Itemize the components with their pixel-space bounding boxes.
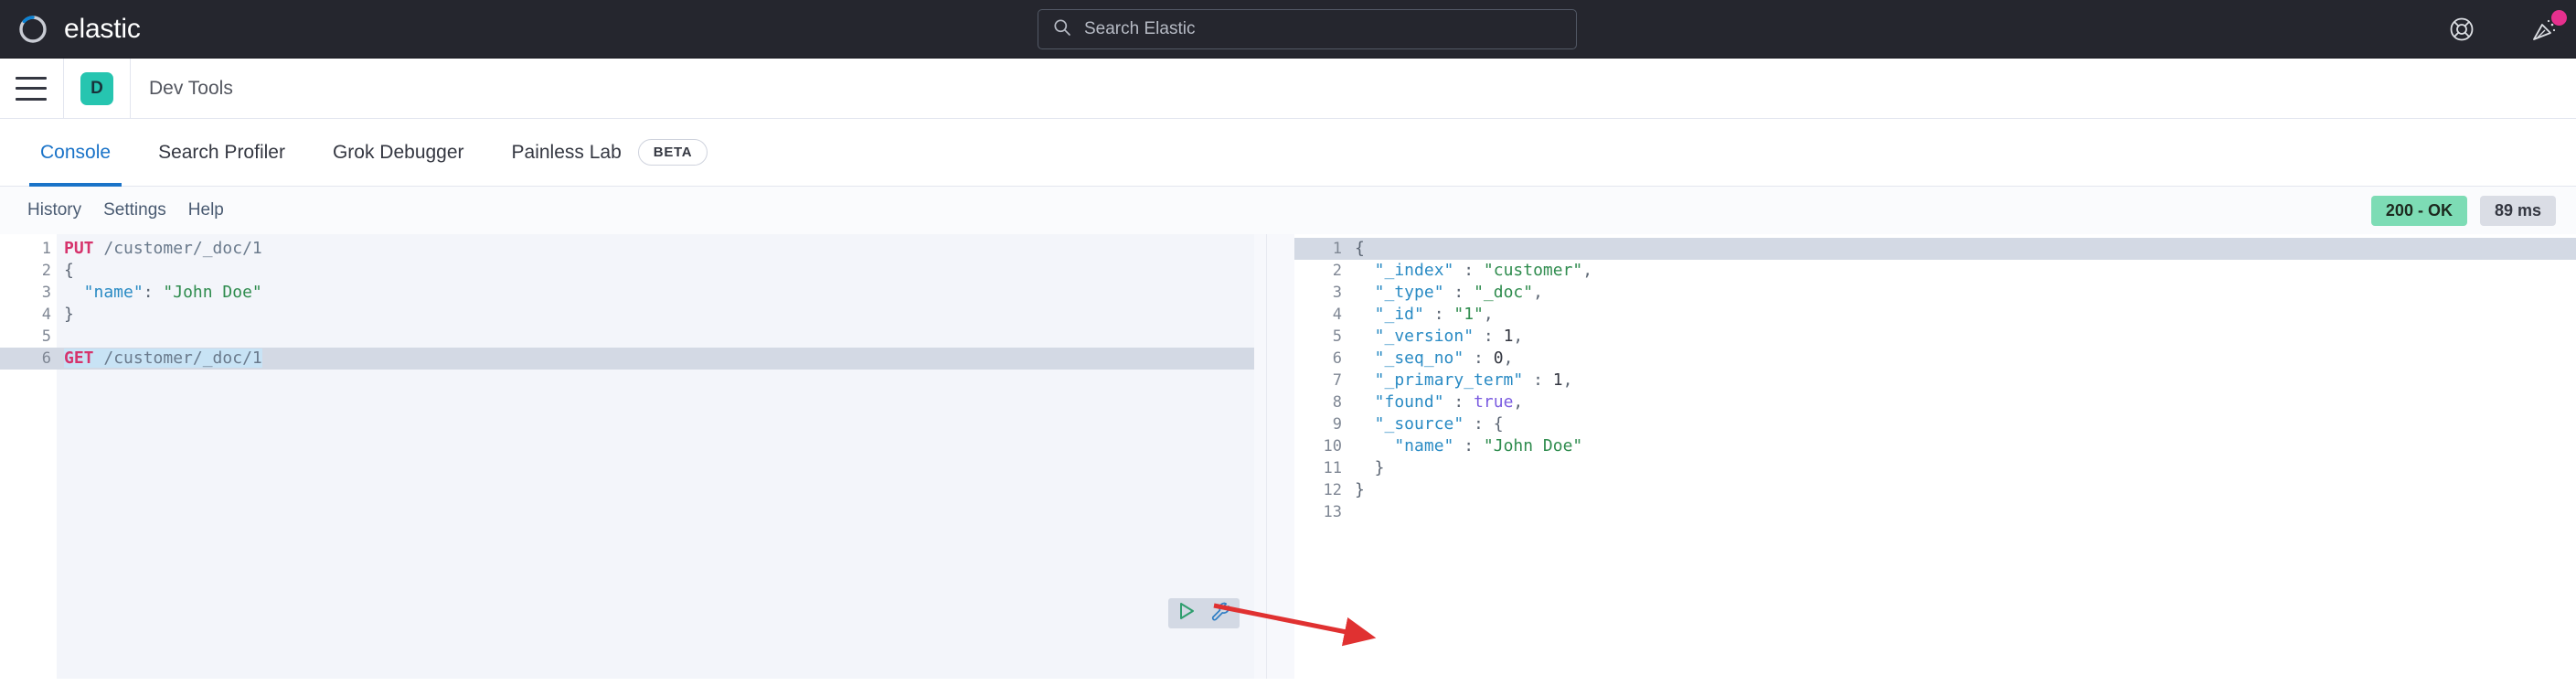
code-line: } [64,305,74,324]
brand-name-label: elastic [64,13,141,44]
gutter-line-active: 1▾ [1294,238,1357,260]
duration-badge: 89 ms [2479,195,2556,226]
gutter-line: 5 [41,327,51,346]
global-search-input[interactable]: Search Elastic [1038,9,1577,49]
gutter-line: 1 [41,240,51,258]
code-line-active: GET /customer/_doc/1 [57,348,1254,370]
response-pane[interactable]: 1▾ 2 3 4 5 6 7 8 9▾ 10 11▴ 12▴ 13 { "_in… [1294,234,2576,679]
code-line: "_version" : 1, [1355,327,1524,346]
news-notification-badge [2551,10,2567,26]
code-line: "_type" : "_doc", [1355,283,1543,302]
code-line: "_seq_no" : 0, [1355,348,1514,368]
gutter-line: 10 [1323,437,1342,456]
gutter-line-active: 6 [0,348,57,370]
response-status-group: 200 - OK 89 ms [2370,195,2556,226]
hamburger-menu-icon[interactable] [16,76,47,101]
code-line: { [64,261,74,280]
gutter-line: 4 [1332,306,1342,324]
code-line: "_primary_term" : 1, [1355,370,1573,390]
gutter-line: 5 [1332,327,1342,346]
elastic-ring-logo-icon [16,13,49,46]
request-code-area[interactable]: PUT /customer/_doc/1 { "name": "John Doe… [57,234,1254,679]
gutter-line: 13 [1323,503,1342,521]
gutter-line: 6 [1332,349,1342,368]
elastic-brand[interactable]: elastic [0,13,141,46]
code-line: "name": "John Doe" [64,283,262,302]
tab-console-label: Console [40,141,112,163]
request-gutter: 1 2▾ 3 4▴ 5 6 [0,234,66,679]
gutter-line: 3 [41,284,51,302]
code-line: "_source" : { [1355,414,1504,434]
history-button[interactable]: History [16,200,92,220]
gutter-line: 4▴ [0,304,66,326]
search-icon [1053,18,1071,41]
beta-badge: BETA [637,139,708,166]
gutter-line: 12▴ [1294,479,1357,501]
response-gutter: 1▾ 2 3 4 5 6 7 8 9▾ 10 11▴ 12▴ 13 [1294,234,1357,679]
top-nav-actions [2446,0,2567,59]
dev-tools-tabs: Console Search Profiler Grok Debugger Pa… [0,119,2576,187]
gutter-line: 2 [1332,262,1342,280]
lifebuoy-help-icon[interactable] [2446,14,2477,45]
gutter-line: 7 [1332,371,1342,390]
wrench-options-icon[interactable] [1210,600,1232,627]
header-divider-2 [130,58,131,119]
request-action-icons [1168,598,1240,628]
party-popper-news-icon[interactable] [2528,10,2567,45]
gutter-line: 3 [1332,284,1342,302]
tab-grok-debugger[interactable]: Grok Debugger [309,119,488,187]
code-line: PUT /customer/_doc/1 [64,239,262,258]
gutter-line: 2▾ [0,260,66,282]
tab-search-profiler[interactable]: Search Profiler [134,119,309,187]
settings-button[interactable]: Settings [92,200,177,220]
code-line: "found" : true, [1355,392,1524,412]
code-line: "_id" : "1", [1355,305,1494,324]
pane-splitter[interactable] [1254,234,1294,679]
response-code-area[interactable]: { "_index" : "customer", "_type" : "_doc… [1347,234,2576,679]
status-badge: 200 - OK [2370,195,2467,226]
code-line: } [1355,480,1365,499]
global-top-nav: elastic Search Elastic [0,0,2576,59]
page-title: Dev Tools [149,77,233,99]
gutter-line: 11▴ [1294,457,1357,479]
gutter-line: 9▾ [1294,413,1357,435]
tab-painless-lab-label: Painless Lab [511,141,622,163]
play-run-request-icon[interactable] [1176,600,1198,627]
request-horizontal-scrollbar[interactable] [113,672,1254,679]
tab-search-profiler-label: Search Profiler [158,141,285,163]
tab-painless-lab[interactable]: Painless Lab BETA [488,119,732,187]
app-initial-badge: D [80,71,113,105]
header-divider [63,58,64,119]
tab-console[interactable]: Console [16,119,134,187]
console-toolbar: History Settings Help 200 - OK 89 ms [0,187,2576,234]
tab-grok-debugger-label: Grok Debugger [332,141,464,163]
code-line-active: { [1347,238,2576,260]
app-header-bar: D Dev Tools [0,58,2576,119]
console-workspace: 1 2▾ 3 4▴ 5 6 PUT /customer/_doc/1 { "na… [0,234,2576,679]
code-line: "name" : "John Doe" [1355,436,1583,456]
code-line: } [1355,458,1385,477]
search-placeholder-text: Search Elastic [1084,19,1196,38]
request-editor-pane[interactable]: 1 2▾ 3 4▴ 5 6 PUT /customer/_doc/1 { "na… [0,234,1254,679]
help-button[interactable]: Help [177,200,235,220]
gutter-line: 8 [1332,393,1342,412]
code-line: "_index" : "customer", [1355,261,1593,280]
